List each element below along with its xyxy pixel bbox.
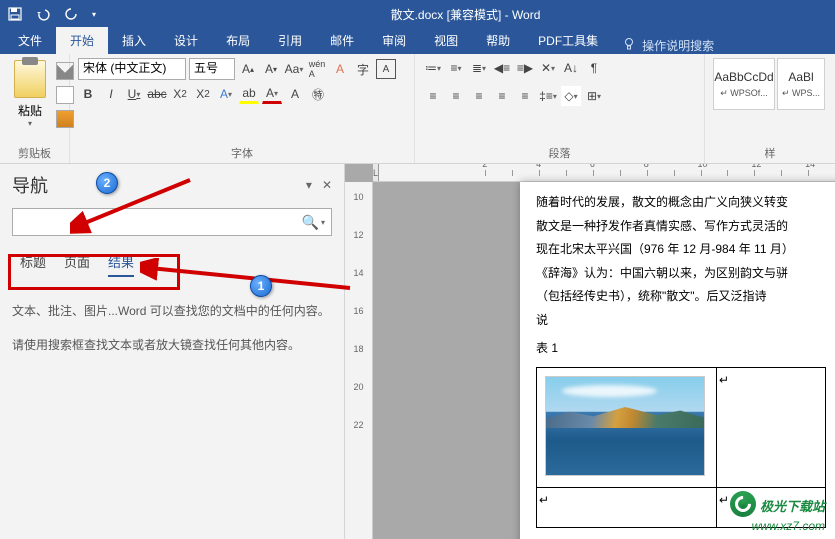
italic-button[interactable]: I	[101, 84, 121, 104]
vertical-ruler[interactable]: 10 12 14 16 18 20 22	[345, 182, 373, 539]
clipboard-group-label: 剪贴板	[8, 143, 61, 161]
align-center-button[interactable]: ≡	[446, 86, 466, 106]
nav-close-icon[interactable]: ✕	[322, 178, 332, 192]
styles-group-label: 样	[713, 143, 827, 161]
increase-indent-button[interactable]: ≡▶	[515, 58, 535, 78]
subscript-button[interactable]: X2	[170, 84, 190, 104]
lightbulb-icon	[622, 37, 636, 54]
change-case-button[interactable]: Aa▾	[284, 59, 304, 79]
doc-text: 散文是一种抒发作者真情实感、写作方式灵活的	[536, 216, 835, 238]
tab-home[interactable]: 开始	[56, 27, 108, 54]
redo-icon[interactable]	[64, 7, 78, 21]
paragraph-group-label: 段落	[423, 143, 696, 161]
tab-insert[interactable]: 插入	[108, 27, 160, 54]
enclose-characters-button[interactable]: 字	[353, 59, 373, 79]
align-left-button[interactable]: ≡	[423, 86, 443, 106]
style-item-1[interactable]: AaBbCcDd ↵ WPSOf...	[713, 58, 775, 110]
landscape-image[interactable]	[545, 376, 705, 476]
search-icon[interactable]: 🔍	[302, 214, 319, 231]
navigation-title: 导航	[12, 172, 48, 198]
highlight-button[interactable]: ab	[239, 84, 259, 104]
bullets-button[interactable]: ≔▾	[423, 58, 443, 78]
tell-me-search[interactable]: 操作说明搜索	[612, 37, 724, 54]
superscript-button[interactable]: X2	[193, 84, 213, 104]
nav-search-box[interactable]: 🔍 ▾	[12, 208, 332, 236]
doc-text: 《辞海》认为：中国六朝以来，为区别韵文与骈	[536, 263, 835, 285]
tab-design[interactable]: 设计	[160, 27, 212, 54]
search-dropdown-icon[interactable]: ▾	[321, 218, 325, 227]
sort-button[interactable]: A↓	[561, 58, 581, 78]
tab-pdf[interactable]: PDF工具集	[524, 27, 612, 54]
title-bar: ▾ 散文.docx [兼容模式] - Word	[0, 0, 835, 28]
doc-text: 随着时代的发展，散文的概念由广义向狭义转变	[536, 192, 835, 214]
watermark: 极光下载站 www.xz7.com	[730, 491, 825, 533]
tab-references[interactable]: 引用	[264, 27, 316, 54]
multilevel-list-button[interactable]: ≣▾	[469, 58, 489, 78]
style-item-2[interactable]: AaBl ↵ WPS...	[777, 58, 825, 110]
asian-layout-button[interactable]: ✕▾	[538, 58, 558, 78]
font-color-button[interactable]: A▾	[262, 84, 282, 104]
doc-text: （包括经传史书），统称"散文"。后又泛指诗	[536, 286, 835, 308]
chevron-down-icon: ▾	[28, 119, 32, 128]
clear-formatting-button[interactable]: A	[330, 59, 350, 79]
distributed-button[interactable]: ≡	[515, 86, 535, 106]
justify-button[interactable]: ≡	[492, 86, 512, 106]
font-name-select[interactable]: 宋体 (中文正文)	[78, 58, 186, 80]
nav-tab-headings[interactable]: 标题	[20, 252, 46, 277]
window-title: 散文.docx [兼容模式] - Word	[96, 6, 835, 23]
nav-tab-results[interactable]: 结果	[108, 252, 134, 277]
tab-mailings[interactable]: 邮件	[316, 27, 368, 54]
ribbon-tabs: 文件 开始 插入 设计 布局 引用 邮件 审阅 视图 帮助 PDF工具集 操作说…	[0, 28, 835, 54]
bold-button[interactable]: B	[78, 84, 98, 104]
line-spacing-button[interactable]: ‡≡▾	[538, 86, 558, 106]
tab-review[interactable]: 审阅	[368, 27, 420, 54]
nav-dropdown-icon[interactable]: ▾	[306, 178, 312, 192]
clipboard-icon	[14, 60, 46, 98]
borders-button[interactable]: ⊞▾	[584, 86, 604, 106]
text-effects-button[interactable]: A▾	[216, 84, 236, 104]
underline-button[interactable]: U▾	[124, 84, 144, 104]
tab-file[interactable]: 文件	[4, 27, 56, 54]
tab-view[interactable]: 视图	[420, 27, 472, 54]
font-size-select[interactable]: 五号	[189, 58, 235, 80]
nav-body-text: 文本、批注、图片...Word 可以查找您的文档中的任何内容。 请使用搜索框查找…	[12, 301, 332, 356]
grow-font-button[interactable]: A▴	[238, 59, 258, 79]
undo-icon[interactable]	[36, 7, 50, 21]
nav-tab-pages[interactable]: 页面	[64, 252, 90, 277]
font-group-label: 字体	[78, 143, 406, 161]
document-area: L 2 4 6 8 10 12 14 10 12 14 16 18 20 22 …	[345, 164, 835, 539]
ribbon-body: 粘贴 ▾ 剪贴板 宋体 (中文正文) 五号 A▴ A▾ Aa▾ wénA A 字	[0, 54, 835, 164]
doc-text: 说	[536, 310, 835, 332]
enclose-button[interactable]: ㊕	[308, 84, 328, 104]
character-shading-button[interactable]: A	[285, 84, 305, 104]
tab-layout[interactable]: 布局	[212, 27, 264, 54]
navigation-pane: 导航 ▾ ✕ 🔍 ▾ 标题 页面 结果 文本、批注、图片...Word 可以查找…	[0, 164, 345, 539]
decrease-indent-button[interactable]: ◀≡	[492, 58, 512, 78]
align-right-button[interactable]: ≡	[469, 86, 489, 106]
show-marks-button[interactable]: ¶	[584, 58, 604, 78]
numbering-button[interactable]: ≡▾	[446, 58, 466, 78]
strikethrough-button[interactable]: abc	[147, 84, 167, 104]
save-icon[interactable]	[8, 7, 22, 21]
nav-search-input[interactable]	[19, 215, 302, 229]
paste-button[interactable]: 粘贴 ▾	[8, 58, 52, 130]
shading-button[interactable]: ◇▾	[561, 86, 581, 106]
shrink-font-button[interactable]: A▾	[261, 59, 281, 79]
phonetic-guide-button[interactable]: wénA	[307, 59, 327, 79]
table-caption: 表 1	[536, 338, 835, 360]
watermark-logo-icon	[730, 491, 756, 517]
tab-help[interactable]: 帮助	[472, 27, 524, 54]
horizontal-ruler[interactable]: L 2 4 6 8 10 12 14	[373, 164, 835, 182]
character-border-button[interactable]: A	[376, 59, 396, 79]
document-page[interactable]: 随着时代的发展，散文的概念由广义向狭义转变 散文是一种抒发作者真情实感、写作方式…	[520, 182, 835, 539]
doc-text: 现在北宋太平兴国（976 年 12 月-984 年 11 月）	[536, 239, 835, 261]
nav-tabs: 标题 页面 结果	[12, 246, 332, 283]
